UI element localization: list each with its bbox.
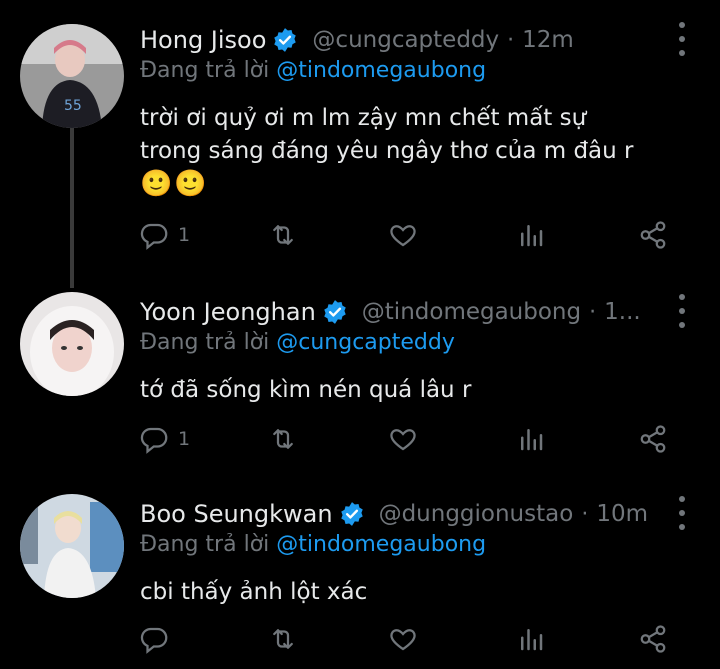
separator-dot: · — [507, 27, 515, 53]
verified-icon — [340, 502, 363, 526]
more-icon[interactable] — [678, 496, 686, 530]
like-button[interactable] — [388, 424, 418, 454]
verified-icon — [324, 300, 346, 324]
handle[interactable]: @cungcapteddy — [312, 27, 499, 53]
handle[interactable]: @tindomegaubong — [362, 299, 581, 325]
reply-icon — [140, 627, 168, 654]
retweet-icon — [273, 429, 293, 449]
reply-button[interactable]: 1 — [140, 424, 190, 454]
timestamp[interactable]: 10m — [596, 501, 648, 527]
share-icon — [640, 425, 666, 453]
display-name[interactable]: Hong Jisoo — [140, 26, 266, 54]
reply-label: Đang trả lời — [140, 330, 270, 355]
reply-mention[interactable]: @tindomegaubong — [276, 532, 486, 557]
avatar[interactable] — [20, 494, 124, 598]
views-icon — [521, 429, 543, 451]
tweet-text: tớ đã sống kìm nén quá lâu r — [140, 374, 680, 407]
separator-dot: · — [589, 299, 597, 325]
reply-count: 1 — [178, 224, 191, 246]
text-line: cbi thấy ảnh lột xác — [140, 579, 368, 605]
reply-context: Đang trả lời @tindomegaubong — [140, 58, 486, 83]
reply-button[interactable] — [140, 624, 178, 654]
action-bar: 1 — [140, 424, 680, 464]
retweet-icon — [273, 225, 293, 245]
timestamp[interactable]: 1... — [604, 299, 641, 325]
share-icon — [640, 625, 666, 653]
share-button[interactable] — [638, 424, 668, 454]
more-icon[interactable] — [678, 294, 686, 328]
tweet-header: Yoon Jeonghan @tindomegaubong · 1... — [140, 292, 660, 332]
avatar[interactable]: 55 — [20, 24, 124, 128]
like-icon — [390, 225, 416, 247]
like-icon — [390, 629, 416, 651]
reply-icon — [140, 223, 168, 250]
text-line: tớ đã sống kìm nén quá lâu r — [140, 377, 472, 403]
reply-count: 1 — [178, 428, 191, 450]
retweet-button[interactable] — [268, 424, 298, 454]
share-icon — [640, 221, 666, 249]
emoji: 🙂🙂 — [140, 169, 209, 199]
share-button[interactable] — [638, 624, 668, 654]
tweet-text: cbi thấy ảnh lột xác — [140, 576, 680, 609]
tweet[interactable]: 55 Hong Jisoo @cungcapteddy · 12m Đang t… — [0, 20, 720, 270]
handle[interactable]: @dunggionustao — [379, 501, 574, 527]
action-bar — [140, 624, 680, 664]
views-button[interactable] — [516, 220, 546, 250]
tweet-header: Boo Seungkwan @dunggionustao · 10m — [140, 494, 660, 534]
like-icon — [390, 429, 416, 451]
svg-text:55: 55 — [64, 98, 82, 114]
reply-button[interactable]: 1 — [140, 220, 190, 250]
views-icon — [521, 225, 543, 247]
more-icon[interactable] — [678, 22, 686, 56]
retweet-button[interactable] — [268, 624, 298, 654]
reply-label: Đang trả lời — [140, 532, 270, 557]
views-icon — [521, 629, 543, 651]
text-line: trong sáng đáng yêu ngây thơ của m đâu r — [140, 138, 634, 164]
share-button[interactable] — [638, 220, 668, 250]
retweet-icon — [273, 629, 293, 649]
text-line: trời ơi quỷ ơi m lm zậy mn chết mất sự — [140, 105, 587, 131]
views-button[interactable] — [516, 624, 546, 654]
tweet-header: Hong Jisoo @cungcapteddy · 12m — [140, 20, 660, 60]
separator-dot: · — [581, 501, 589, 527]
avatar[interactable] — [20, 292, 124, 396]
views-button[interactable] — [516, 424, 546, 454]
retweet-button[interactable] — [268, 220, 298, 250]
verified-icon — [274, 28, 297, 52]
tweet[interactable]: Yoon Jeonghan @tindomegaubong · 1... Đan… — [0, 292, 720, 482]
display-name[interactable]: Boo Seungkwan — [140, 500, 333, 528]
reply-icon — [140, 427, 168, 454]
action-bar: 1 — [140, 220, 680, 260]
reply-context: Đang trả lời @tindomegaubong — [140, 532, 486, 557]
tweet[interactable]: Boo Seungkwan @dunggionustao · 10m Đang … — [0, 494, 720, 669]
like-button[interactable] — [388, 220, 418, 250]
like-button[interactable] — [388, 624, 418, 654]
display-name[interactable]: Yoon Jeonghan — [140, 298, 316, 326]
timestamp[interactable]: 12m — [522, 27, 574, 53]
tweet-text: trời ơi quỷ ơi m lm zậy mn chết mất sự t… — [140, 102, 680, 201]
reply-label: Đang trả lời — [140, 58, 270, 83]
reply-context: Đang trả lời @cungcapteddy — [140, 330, 455, 355]
reply-mention[interactable]: @tindomegaubong — [276, 58, 486, 83]
reply-mention[interactable]: @cungcapteddy — [276, 330, 455, 355]
